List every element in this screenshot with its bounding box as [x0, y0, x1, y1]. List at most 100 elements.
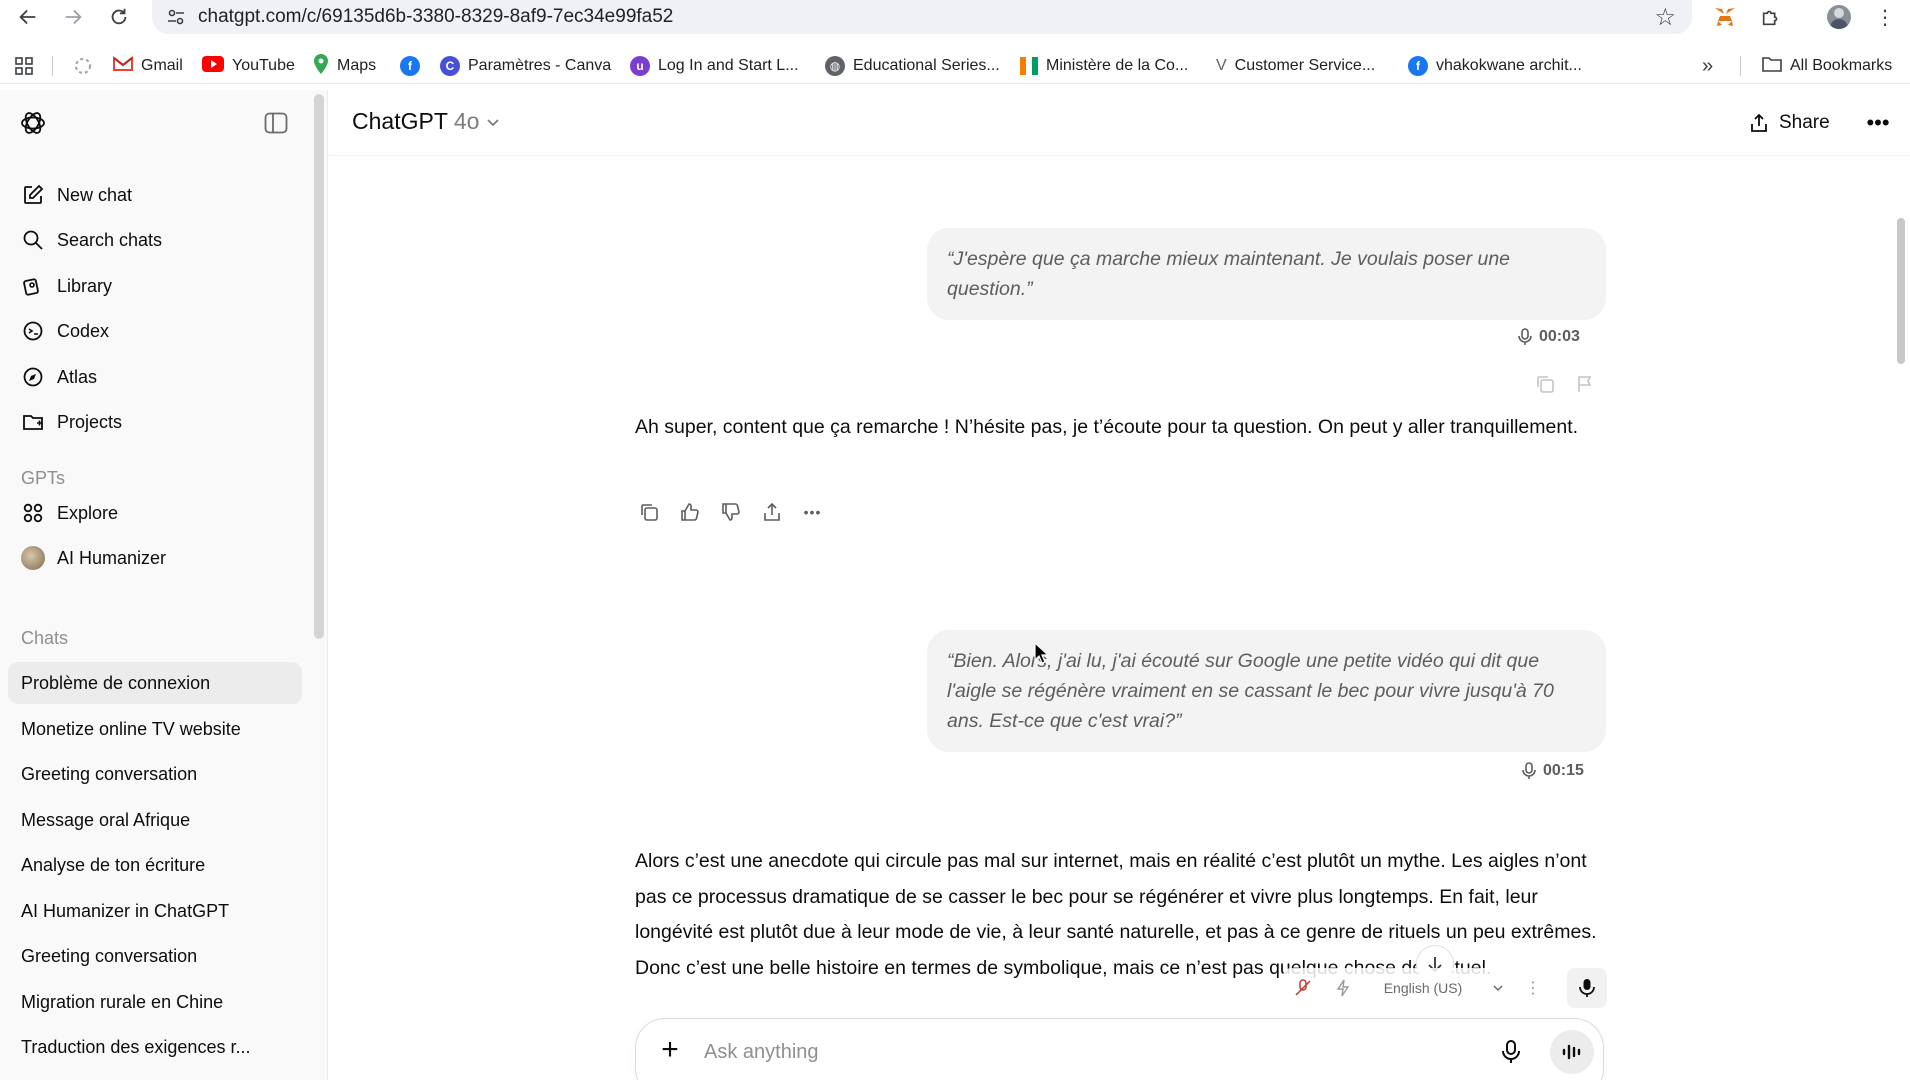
- bookmark-vhakokwane[interactable]: f vhakokwane archit...: [1408, 48, 1582, 84]
- folder-icon: [1762, 55, 1782, 78]
- add-attachment-button[interactable]: +: [656, 1035, 684, 1065]
- sidebar-item-label: Explore: [57, 502, 119, 523]
- chat-main: ChatGPT 4o Share ••• “J'espère que ça ma…: [329, 90, 1910, 1080]
- address-bar[interactable]: chatgpt.com/c/69135d6b-3380-8329-8af9-7e…: [152, 0, 1692, 34]
- share-icon[interactable]: [757, 497, 786, 526]
- share-button[interactable]: Share: [1749, 106, 1830, 140]
- model-selector[interactable]: ChatGPT 4o: [352, 108, 501, 135]
- user-voice-message: “J'espère que ça marche mieux maintenant…: [927, 228, 1606, 320]
- conversation-options-button[interactable]: •••: [1861, 106, 1895, 140]
- chat-item[interactable]: AI Humanizer in ChatGPT: [8, 890, 302, 932]
- sidebar-item-label: Search chats: [57, 229, 163, 250]
- youtube-icon: [202, 55, 224, 77]
- chat-item[interactable]: Migration rurale en Chine: [8, 981, 302, 1023]
- site-settings-icon[interactable]: [166, 7, 186, 27]
- dictate-button[interactable]: [1496, 1037, 1526, 1067]
- sidebar-item-library[interactable]: Library: [8, 265, 302, 307]
- sidebar-item-label: AI Humanizer: [57, 547, 167, 568]
- forward-button[interactable]: [53, 0, 93, 34]
- chat-item[interactable]: Greeting conversation: [8, 753, 302, 795]
- sidebar-item-projects[interactable]: Projects: [8, 401, 302, 443]
- sidebar-item-label: Projects: [57, 411, 123, 432]
- copy-icon[interactable]: [1533, 372, 1557, 396]
- loading-icon[interactable]: [74, 48, 92, 84]
- flag-message-icon[interactable]: [1573, 372, 1597, 396]
- chat-item[interactable]: Message oral Afrique: [8, 799, 302, 841]
- chat-item[interactable]: Monetize online TV website: [8, 708, 302, 750]
- chat-item[interactable]: Problème de connexion: [8, 662, 302, 704]
- sidebar-item-new-chat[interactable]: New chat: [8, 174, 302, 216]
- sidebar-item-label: Library: [57, 275, 113, 296]
- arrow-right-icon: [65, 9, 82, 25]
- bookmark-customer-service[interactable]: V Customer Service...: [1216, 48, 1375, 84]
- lightning-icon[interactable]: [1323, 968, 1363, 1008]
- profile-avatar[interactable]: [1826, 4, 1852, 30]
- facebook-icon: f: [400, 56, 420, 76]
- sidebar-item-search-chats[interactable]: Search chats: [8, 219, 302, 261]
- more-horizontal-icon[interactable]: •••: [798, 497, 827, 526]
- dictation-toolbar: English (US) ⋮: [1283, 968, 1563, 1008]
- atlas-icon: [21, 365, 45, 389]
- metamask-extension-icon[interactable]: [1712, 4, 1738, 30]
- back-button[interactable]: [8, 0, 48, 34]
- bookmarks-divider: [52, 56, 53, 76]
- bookmark-label: Ministère de la Co...: [1046, 57, 1189, 74]
- facebook-icon: f: [1408, 56, 1428, 76]
- microphone-icon: [1522, 762, 1536, 779]
- bookmark-youtube[interactable]: YouTube: [202, 48, 295, 84]
- v-icon: V: [1216, 57, 1227, 74]
- bookmark-udemy[interactable]: u Log In and Start L...: [630, 48, 799, 84]
- sidebar-item-codex[interactable]: Codex: [8, 310, 302, 352]
- sidebar-toggle-icon[interactable]: [264, 112, 288, 134]
- thumbs-up-icon[interactable]: [675, 497, 704, 526]
- copy-icon[interactable]: [634, 497, 663, 526]
- dictation-language[interactable]: English (US): [1363, 968, 1483, 1008]
- thumbs-down-icon[interactable]: [716, 497, 745, 526]
- gpts-heading: GPTs: [21, 468, 66, 488]
- maps-icon: [313, 53, 329, 79]
- assistant-message: Alors c’est une anecdote qui circule pas…: [635, 850, 1597, 979]
- voice-duration-text: 00:03: [1539, 328, 1580, 345]
- apps-grid-icon[interactable]: [14, 48, 34, 84]
- bookmark-label: YouTube: [232, 57, 295, 74]
- all-bookmarks-button[interactable]: All Bookmarks: [1762, 48, 1892, 84]
- bookmark-ministere[interactable]: Ministère de la Co...: [1020, 48, 1188, 84]
- chat-item[interactable]: Greeting conversation: [8, 935, 302, 977]
- bookmark-gmail[interactable]: Gmail: [113, 48, 183, 84]
- sidebar-item-atlas[interactable]: Atlas: [8, 356, 302, 398]
- bookmark-canva[interactable]: C Paramètres - Canva: [440, 48, 611, 84]
- url-text: chatgpt.com/c/69135d6b-3380-8329-8af9-7e…: [198, 6, 674, 27]
- bookmark-maps[interactable]: Maps: [313, 48, 376, 84]
- arrow-left-icon: [19, 9, 36, 25]
- bookmark-star-icon[interactable]: ☆: [1654, 3, 1676, 32]
- browser-menu-icon[interactable]: ⋮: [1872, 4, 1898, 30]
- bookmark-label: Maps: [337, 57, 377, 74]
- main-scrollbar[interactable]: [1897, 218, 1905, 364]
- sidebar-item-ai-humanizer[interactable]: AI Humanizer: [8, 537, 302, 579]
- bookmark-label: Customer Service...: [1234, 57, 1376, 74]
- mute-mic-icon[interactable]: [1283, 968, 1323, 1008]
- bookmark-facebook[interactable]: f: [400, 48, 420, 84]
- more-bookmarks-icon[interactable]: »: [1702, 48, 1713, 84]
- bookmark-label: Educational Series...: [853, 57, 1000, 74]
- extensions-puzzle-icon[interactable]: [1758, 4, 1784, 30]
- reload-button[interactable]: [99, 0, 139, 34]
- chat-item[interactable]: Analyse de ton écriture: [8, 844, 302, 886]
- chat-item[interactable]: Traduction des exigences r...: [8, 1026, 302, 1068]
- bookmarks-divider: [1740, 56, 1741, 76]
- bookmark-educational[interactable]: ◍ Educational Series...: [825, 48, 1000, 84]
- share-label: Share: [1779, 112, 1830, 133]
- sidebar-item-label: Codex: [57, 320, 110, 341]
- message-input[interactable]: [704, 1037, 1464, 1067]
- dictation-mic-button[interactable]: [1567, 968, 1607, 1008]
- chevron-down-icon[interactable]: [1483, 968, 1513, 1008]
- canva-icon: C: [440, 56, 460, 76]
- more-vertical-icon[interactable]: ⋮: [1513, 968, 1553, 1008]
- message-composer: +: [635, 1018, 1604, 1080]
- sidebar-item-explore[interactable]: Explore: [8, 492, 302, 534]
- sidebar-scrollbar[interactable]: [314, 94, 324, 639]
- grid-icon: [21, 501, 45, 525]
- chatgpt-logo-icon[interactable]: [18, 108, 48, 138]
- voice-mode-button[interactable]: [1550, 1030, 1594, 1074]
- model-version: 4o: [453, 108, 480, 134]
